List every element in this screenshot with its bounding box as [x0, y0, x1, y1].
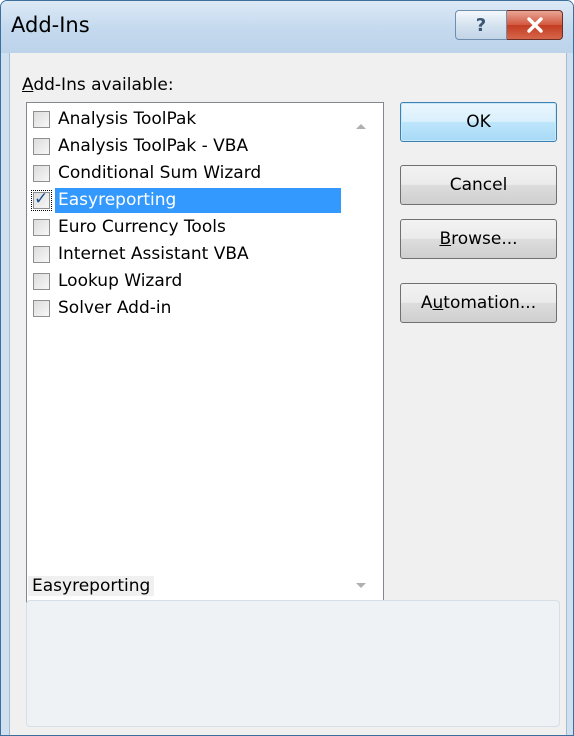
list-item-1[interactable]: Analysis ToolPak - VBA	[29, 133, 341, 160]
list-item-3[interactable]: ✓ Easyreporting	[29, 187, 341, 214]
item-label-7: Solver Add-in	[58, 298, 172, 318]
item-label-2: Conditional Sum Wizard	[58, 163, 262, 183]
checkmark-icon-3: ✓	[34, 189, 49, 209]
add-ins-available-label: Add-Ins available:	[22, 75, 174, 95]
scroll-down-arrow[interactable]	[351, 576, 371, 596]
browse-button[interactable]: Browse...	[400, 219, 557, 259]
ok-button-label: OK	[466, 112, 491, 132]
list-item-4[interactable]: Euro Currency Tools	[29, 214, 341, 241]
checkbox-2[interactable]	[33, 165, 50, 182]
ok-button[interactable]: OK	[400, 102, 557, 142]
browse-rest: rowse...	[451, 229, 518, 249]
checkbox-7[interactable]	[33, 300, 50, 317]
checkbox-3[interactable]: ✓	[31, 189, 52, 211]
checkbox-6[interactable]	[33, 273, 50, 290]
item-label-0: Analysis ToolPak	[58, 109, 197, 129]
automation-button[interactable]: Automation...	[400, 283, 557, 323]
description-groupbox	[26, 600, 560, 727]
dialog-title: Add-Ins	[11, 13, 90, 37]
add-ins-dialog: Add-Ins ? Add-Ins available: Analysis To…	[0, 0, 574, 736]
list-item-7[interactable]: Solver Add-in	[29, 295, 341, 322]
item-label-4: Euro Currency Tools	[58, 217, 226, 237]
list-item-6[interactable]: Lookup Wizard	[29, 268, 341, 295]
browse-button-label: Browse...	[439, 229, 517, 249]
automation-rest: tomation...	[443, 293, 537, 313]
scroll-up-arrow[interactable]	[351, 116, 371, 136]
scroll-down-icon	[356, 583, 366, 588]
automation-accelerator: u	[432, 293, 444, 313]
automation-pre: A	[420, 293, 433, 313]
dialog-client-area: Add-Ins available: Analysis ToolPak Anal…	[9, 53, 567, 735]
add-ins-accelerator: A	[22, 75, 34, 95]
item-label-5: Internet Assistant VBA	[58, 244, 249, 264]
browse-accelerator: B	[439, 229, 452, 249]
checkbox-1[interactable]	[33, 138, 50, 155]
close-button[interactable]	[507, 10, 563, 40]
item-label-3: Easyreporting	[55, 188, 341, 213]
description-title: Easyreporting	[28, 576, 155, 596]
add-ins-list: Analysis ToolPak Analysis ToolPak - VBA …	[29, 106, 341, 322]
checkbox-5[interactable]	[33, 246, 50, 263]
item-label-1: Analysis ToolPak - VBA	[58, 136, 249, 156]
automation-button-label: Automation...	[421, 293, 536, 313]
cancel-button-label: Cancel	[449, 175, 508, 195]
item-label-6: Lookup Wizard	[58, 271, 183, 291]
title-bar[interactable]: Add-Ins ?	[1, 1, 573, 53]
list-item-5[interactable]: Internet Assistant VBA	[29, 241, 341, 268]
checkbox-4[interactable]	[33, 219, 50, 236]
cancel-button[interactable]: Cancel	[400, 165, 557, 205]
help-icon: ?	[475, 14, 487, 36]
add-ins-caption-text: dd-Ins available:	[33, 75, 174, 95]
checkbox-0[interactable]	[33, 111, 50, 128]
scroll-up-icon	[356, 124, 366, 129]
list-item-2[interactable]: Conditional Sum Wizard	[29, 160, 341, 187]
close-icon	[526, 17, 543, 33]
add-ins-listbox[interactable]: Analysis ToolPak Analysis ToolPak - VBA …	[26, 102, 384, 603]
list-item-0[interactable]: Analysis ToolPak	[29, 106, 341, 133]
help-button[interactable]: ?	[455, 10, 507, 40]
